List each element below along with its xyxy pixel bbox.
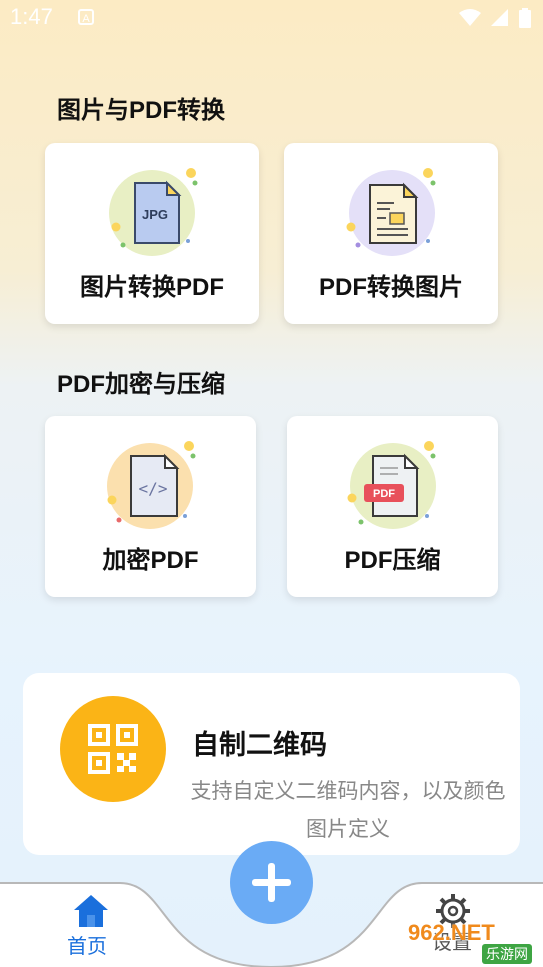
cell-signal-icon <box>491 9 508 26</box>
notification-icon: A <box>78 9 94 25</box>
home-icon[interactable] <box>72 893 110 929</box>
watermark-logo: 962.NET 乐游网 <box>408 916 538 964</box>
code-label: </> <box>139 479 168 498</box>
image-to-pdf-card[interactable]: JPG 图片转换PDF <box>45 143 259 324</box>
nav-home-label[interactable]: 首页 <box>67 930 107 959</box>
wifi-icon <box>459 9 481 26</box>
document-icon <box>346 168 436 256</box>
plus-icon <box>252 863 291 902</box>
watermark-text: 962.NET <box>408 920 495 945</box>
compress-pdf-card[interactable]: PDF PDF压缩 <box>287 416 498 597</box>
jpg-file-icon: JPG <box>109 168 198 256</box>
code-file-icon: </> <box>107 441 196 529</box>
battery-icon <box>519 8 531 28</box>
qr-title: 自制二维码 <box>192 730 327 760</box>
pdf-file-icon: PDF <box>347 441 436 529</box>
qr-code-icon <box>88 724 138 774</box>
status-icons <box>459 8 531 28</box>
pdf-to-image-card[interactable]: PDF转换图片 <box>284 143 498 324</box>
status-bar: 1:47 A <box>0 0 543 36</box>
qr-icon-circle <box>60 696 166 802</box>
compress-pdf-label: PDF压缩 <box>344 547 441 574</box>
section-title-encrypt-compress: PDF加密与压缩 <box>57 371 225 398</box>
add-button[interactable] <box>230 841 313 924</box>
pdf-badge-label: PDF <box>373 488 395 500</box>
status-time: 1:47 <box>10 4 53 29</box>
image-to-pdf-label: 图片转换PDF <box>80 274 224 301</box>
pdf-to-image-label: PDF转换图片 <box>319 274 463 301</box>
qr-code-card[interactable]: 自制二维码 支持自定义二维码内容，以及颜色图片定义 <box>23 673 520 855</box>
encrypt-pdf-label: 加密PDF <box>102 547 199 574</box>
qr-description: 支持自定义二维码内容，以及颜色图片定义 <box>190 780 506 841</box>
encrypt-pdf-card[interactable]: </> 加密PDF <box>45 416 256 597</box>
jpg-label: JPG <box>142 207 168 222</box>
watermark-sub: 乐游网 <box>482 944 532 964</box>
section-title-conversion: 图片与PDF转换 <box>57 97 225 124</box>
